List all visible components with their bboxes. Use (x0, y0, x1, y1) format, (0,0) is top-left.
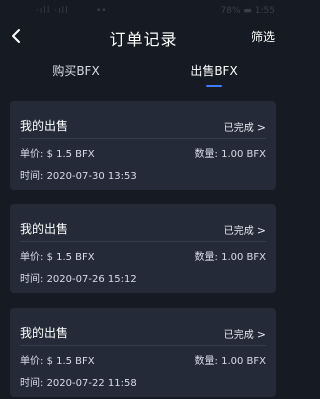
divider (20, 241, 266, 242)
tab-sell-bfx-label: 出售BFX (190, 64, 238, 78)
order-title: 我的出售 (20, 222, 69, 236)
time-value: 2020-07-26 15:12 (46, 274, 137, 285)
quantity-label: 数量: (194, 356, 218, 367)
order-time: 时间: 2020-07-30 13:53 (20, 167, 137, 182)
quantity-value: 1.00 BFX (221, 252, 266, 263)
quantity-value: 1.00 BFX (221, 149, 266, 160)
order-price: 单价: $ 1.5 BFX (20, 145, 95, 160)
price-label: 单价: (20, 149, 44, 160)
battery-clock: 78% ▬ 1:55 (220, 6, 275, 16)
order-card[interactable]: 我的出售 已完成 > 单价: $ 1.5 BFX 数量: 1.00 BFX 时间:… (10, 101, 276, 190)
order-title: 我的出售 (20, 119, 69, 133)
order-price: 单价: $ 1.5 BFX (20, 352, 95, 367)
chevron-right-icon: > (256, 224, 266, 237)
order-status[interactable]: 已完成 > (224, 222, 266, 237)
time-value: 2020-07-22 11:58 (46, 378, 137, 389)
order-time: 时间: 2020-07-22 11:58 (20, 374, 137, 389)
status-bar: ·ıll ·ıll •• 78% ▬ 1:55 (0, 0, 287, 22)
page-title: 订单记录 (109, 30, 178, 49)
order-status-text: 已完成 (223, 123, 254, 134)
order-price: 单价: $ 1.5 BFX (20, 248, 95, 263)
order-status-text: 已完成 (223, 226, 254, 237)
order-status[interactable]: 已完成 > (224, 326, 266, 341)
price-label: 单价: (20, 356, 44, 367)
order-status[interactable]: 已完成 > (224, 119, 266, 134)
price-value: $ 1.5 BFX (46, 149, 95, 160)
quantity-label: 数量: (194, 149, 218, 160)
order-time: 时间: 2020-07-26 15:12 (20, 270, 137, 285)
chevron-right-icon: > (256, 121, 266, 134)
order-quantity: 数量: 1.00 BFX (195, 248, 266, 263)
price-value: $ 1.5 BFX (46, 356, 95, 367)
order-status-text: 已完成 (223, 330, 254, 341)
active-tab-indicator (206, 85, 222, 87)
time-value: 2020-07-30 13:53 (46, 171, 137, 182)
filter-button[interactable]: 筛选 (251, 28, 275, 45)
notification-indicators: •• (96, 6, 107, 16)
order-card[interactable]: 我的出售 已完成 > 单价: $ 1.5 BFX 数量: 1.00 BFX 时间:… (10, 308, 276, 397)
order-quantity: 数量: 1.00 BFX (195, 352, 266, 367)
tab-sell-bfx[interactable]: 出售BFX (154, 62, 274, 87)
time-label: 时间: (20, 274, 44, 285)
time-label: 时间: (20, 378, 44, 389)
tab-buy-bfx[interactable]: 购买BFX (16, 62, 136, 79)
quantity-value: 1.00 BFX (221, 356, 266, 367)
order-quantity: 数量: 1.00 BFX (195, 145, 266, 160)
quantity-label: 数量: (194, 252, 218, 263)
divider (20, 345, 266, 346)
tab-bar: 购买BFX 出售BFX (0, 62, 287, 92)
divider (20, 138, 266, 139)
time-label: 时间: (20, 171, 44, 182)
navigation-bar: 订单记录 筛选 (0, 22, 287, 50)
price-label: 单价: (20, 252, 44, 263)
order-card[interactable]: 我的出售 已完成 > 单价: $ 1.5 BFX 数量: 1.00 BFX 时间:… (10, 204, 276, 293)
order-title: 我的出售 (20, 326, 69, 340)
signal-indicators: ·ıll ·ıll (36, 6, 69, 16)
price-value: $ 1.5 BFX (46, 252, 95, 263)
chevron-right-icon: > (256, 328, 266, 341)
